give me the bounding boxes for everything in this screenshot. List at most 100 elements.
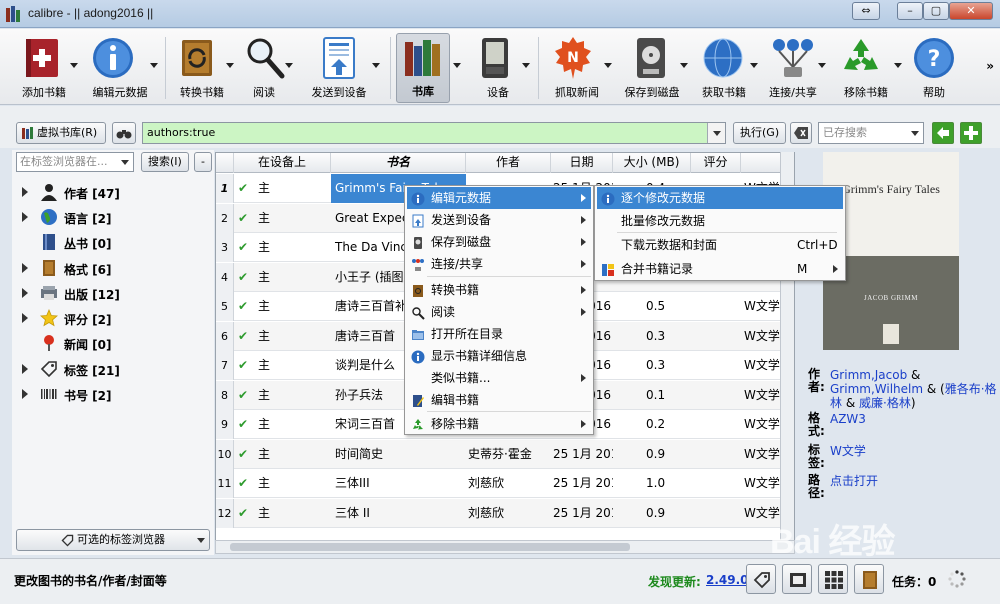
tag-category-languages[interactable]: 语言 [2] (18, 205, 214, 229)
row-number[interactable]: 1 (216, 174, 234, 203)
execute-search-button[interactable]: 执行(G) (733, 122, 787, 144)
context-menu-item[interactable]: 保存到磁盘 (407, 231, 591, 253)
get-books-button[interactable]: 获取书籍 (692, 33, 758, 103)
tag-category-news[interactable]: 新闻 [0] (18, 331, 214, 355)
expand-arrow-icon[interactable] (22, 389, 28, 399)
row-number[interactable]: 7 (216, 351, 234, 380)
maximize-button[interactable]: ▢ (923, 2, 949, 20)
restore-layout-button[interactable]: ⇔ (852, 2, 880, 20)
read-dropdown-icon[interactable] (285, 63, 293, 68)
library-dropdown-icon[interactable] (453, 63, 461, 68)
connect-share-button[interactable]: 连接/共享 (762, 33, 826, 103)
context-menu-item[interactable]: 连接/共享 (407, 253, 591, 275)
book-details-button[interactable] (854, 564, 884, 594)
device-button[interactable]: 设备 (468, 33, 530, 103)
tag-category-tags[interactable]: 标签 [21] (18, 357, 214, 381)
column-header-author[interactable]: 作者 (466, 153, 551, 173)
library-dropdown[interactable] (451, 33, 463, 103)
context-menu-item[interactable]: 转换书籍 (407, 279, 591, 301)
expand-arrow-icon[interactable] (22, 187, 28, 197)
table-row[interactable]: 10✔主时间简史史蒂芬·霍金25 1月 20160.9W文学 (216, 439, 794, 469)
binoculars-button[interactable] (112, 122, 136, 144)
row-number[interactable]: 4 (216, 262, 234, 292)
send-to-device-button[interactable]: 发送到设备 (298, 33, 380, 103)
remove-books-dropdown-icon[interactable] (894, 63, 902, 68)
context-menu-item[interactable]: 阅读 (407, 301, 591, 323)
grid-view-button[interactable] (818, 564, 848, 594)
row-number[interactable]: 5 (216, 292, 234, 321)
submenu-item[interactable]: 下载元数据和封面 Ctrl+D (597, 234, 843, 256)
add-book-button[interactable]: 添加书籍 (12, 33, 78, 103)
row-number[interactable]: 10 (216, 439, 234, 469)
row-number[interactable]: 11 (216, 469, 234, 498)
close-button[interactable]: ✕ (949, 2, 993, 20)
tag-browser-filter[interactable]: 在标签浏览器在... (16, 152, 134, 172)
cover-flow-button[interactable] (782, 564, 812, 594)
tag-category-publishers[interactable]: 出版 [12] (18, 281, 214, 305)
author-link[interactable]: Grimm,Jacob (830, 368, 907, 382)
clear-search-button[interactable] (790, 122, 812, 144)
tag-editor-button[interactable] (746, 564, 776, 594)
context-menu-item[interactable]: 发送到设备 (407, 209, 591, 231)
library-button[interactable]: 书库 (396, 33, 450, 103)
tag-collapse-button[interactable]: - (194, 152, 212, 172)
save-search-button[interactable] (960, 122, 982, 144)
submenu-item[interactable]: 逐个修改元数据 (597, 187, 843, 209)
scrollbar-thumb[interactable] (230, 543, 630, 551)
tag-category-identifiers[interactable]: 书号 [2] (18, 382, 214, 406)
convert-dropdown-icon[interactable] (226, 63, 234, 68)
search-history-dropdown[interactable] (707, 123, 725, 143)
connect-share-dropdown-icon[interactable] (818, 63, 826, 68)
format-link[interactable]: AZW3 (830, 412, 866, 426)
row-number[interactable]: 8 (216, 380, 234, 410)
row-number[interactable]: 3 (216, 233, 234, 262)
context-menu-item[interactable]: 编辑书籍 (407, 389, 591, 411)
context-menu-item[interactable]: 编辑元数据 (407, 187, 591, 209)
remove-books-button[interactable]: 移除书籍 (830, 33, 902, 103)
device-dropdown-icon[interactable] (522, 63, 530, 68)
expand-arrow-icon[interactable] (22, 313, 28, 323)
submenu-item[interactable]: 合并书籍记录 M (597, 258, 843, 280)
row-number[interactable]: 2 (216, 203, 234, 233)
fetch-news-dropdown-icon[interactable] (604, 63, 612, 68)
submenu-item[interactable]: 批量修改元数据 (597, 210, 843, 232)
edit-metadata-button[interactable]: 编辑元数据 (80, 33, 160, 103)
help-button[interactable]: ? 帮助 (908, 33, 960, 103)
tag-category-series[interactable]: 丛书 [0] (18, 230, 214, 254)
row-number[interactable]: 6 (216, 321, 234, 351)
tag-category-rating[interactable]: 评分 [2] (18, 306, 214, 330)
add-book-dropdown-icon[interactable] (70, 63, 78, 68)
fetch-news-button[interactable]: N 抓取新闻 (542, 33, 612, 103)
column-header-title[interactable]: 书名 (331, 153, 466, 173)
expand-arrow-icon[interactable] (22, 364, 28, 374)
save-disk-dropdown-icon[interactable] (680, 63, 688, 68)
column-header-date[interactable]: 日期 (551, 153, 613, 173)
author-link[interactable]: 威廉·格林 (859, 396, 911, 410)
book-list-horizontal-scrollbar[interactable] (215, 540, 795, 554)
row-number[interactable]: 12 (216, 498, 234, 528)
saved-search-select[interactable]: 已存搜索 (818, 122, 924, 144)
table-row[interactable]: 12✔主三体 II刘慈欣25 1月 20160.9W文学 (216, 498, 794, 528)
tag-find-button[interactable]: 搜索(I) (141, 152, 189, 172)
save-to-disk-button[interactable]: 保存到磁盘 (616, 33, 688, 103)
search-input[interactable]: authors:true (142, 122, 726, 144)
expand-arrow-icon[interactable] (22, 263, 28, 273)
context-menu-item[interactable]: 显示书籍详细信息 (407, 345, 591, 367)
convert-book-button[interactable]: 转换书籍 (170, 33, 234, 103)
get-books-dropdown-icon[interactable] (750, 63, 758, 68)
tag-link[interactable]: W文学 (830, 444, 866, 458)
path-link[interactable]: 点击打开 (830, 474, 878, 488)
minimize-button[interactable]: – (897, 2, 923, 20)
column-header-on-device[interactable]: 在设备上 (234, 153, 331, 173)
virtual-library-button[interactable]: 虚拟书库(R) (16, 122, 106, 144)
configure-tag-browser-button[interactable]: 可选的标签浏览器 (16, 529, 210, 551)
toolbar-overflow-button[interactable]: » (986, 59, 994, 73)
send-device-dropdown-icon[interactable] (372, 63, 380, 68)
update-version-link[interactable]: 2.49.0 (706, 573, 749, 587)
author-link[interactable]: Grimm,Wilhelm (830, 382, 923, 396)
context-menu-item[interactable]: 打开所在目录 (407, 323, 591, 345)
tag-category-authors[interactable]: 作者 [47] (18, 180, 214, 204)
column-header-rating[interactable]: 评分 (691, 153, 741, 173)
edit-metadata-dropdown-icon[interactable] (150, 63, 158, 68)
copy-search-button[interactable] (932, 122, 954, 144)
